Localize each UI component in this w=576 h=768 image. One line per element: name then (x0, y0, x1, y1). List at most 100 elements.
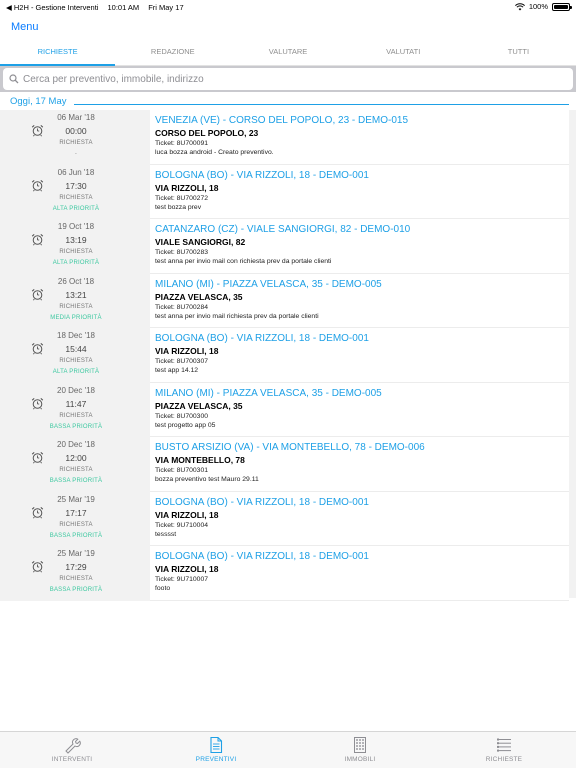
battery-icon (552, 2, 572, 11)
row-content[interactable]: CATANZARO (CZ) - VIALE SANGIORGI, 82 - D… (150, 219, 569, 274)
alarm-clock-icon (31, 233, 44, 246)
row-ticket: Ticket: 8U700284 (155, 303, 209, 311)
navigation-bar: Menu (0, 14, 576, 42)
row-time: 00:00 (65, 126, 87, 136)
row-meta-panel: 26 Oct '18 13:21 RICHIESTA MEDIA PRIORITÀ (0, 273, 150, 328)
row-date: 25 Mar '19 (57, 549, 95, 558)
row-address: PIAZZA VELASCA, 35 (155, 400, 243, 411)
row-kind: RICHIESTA (59, 576, 93, 582)
row-date: 20 Dec '18 (57, 440, 95, 449)
priority-badge: - (74, 151, 78, 157)
row-meta: 25 Mar '19 17:17 RICHIESTA BASSA PRIORITÀ (46, 494, 106, 541)
status-date: Fri May 17 (148, 2, 184, 12)
row-meta-panel: 06 Mar '18 00:00 RICHIESTA - (0, 110, 150, 165)
alarm-clock-icon (31, 342, 44, 355)
alarm-clock-icon (31, 179, 44, 192)
row-title: MILANO (MI) - PIAZZA VELASCA, 35 - DEMO-… (155, 387, 382, 399)
row-content[interactable]: MILANO (MI) - PIAZZA VELASCA, 35 - DEMO-… (150, 382, 569, 437)
priority-badge: BASSA PRIORITÀ (49, 532, 103, 539)
list-item[interactable]: 20 Dec '18 11:47 RICHIESTA BASSA PRIORITÀ MI… (0, 382, 576, 437)
row-meta: 20 Dec '18 12:00 RICHIESTA BASSA PRIORITÀ (46, 439, 106, 486)
row-content[interactable]: BOLOGNA (BO) - VIA RIZZOLI, 18 - DEMO-00… (150, 491, 569, 546)
menu-button[interactable]: Menu (11, 21, 39, 33)
priority-badge: ALTA PRIORITÀ (52, 369, 100, 375)
row-meta: 26 Oct '18 13:21 RICHIESTA MEDIA PRIORITÀ (46, 276, 106, 323)
row-note: test bozza prev (155, 203, 202, 211)
row-content[interactable]: BUSTO ARSIZIO (VA) - VIA MONTEBELLO, 78 … (150, 437, 569, 492)
battery-percent: 100% (528, 2, 548, 11)
list-item[interactable]: 25 Mar '19 17:17 RICHIESTA BASSA PRIORITÀ BO… (0, 491, 576, 546)
alarm-clock-icon (31, 397, 44, 410)
row-note: test anna per invio mail richiesta prev … (155, 312, 319, 320)
segmented-tabs: RICHIESTE REDAZIONE VALUTARE VALUTATI TUTTI (0, 42, 576, 66)
row-ticket: Ticket: 9U710004 (155, 521, 209, 529)
row-content[interactable]: MILANO (MI) - PIAZZA VELASCA, 35 - DEMO-… (150, 273, 569, 328)
row-note: bozza preventivo test Mauro 29.11 (155, 476, 259, 483)
tabbar-item-immobili[interactable]: IMMOBILI (288, 732, 432, 768)
row-title: BOLOGNA (BO) - VIA RIZZOLI, 18 - DEMO-00… (155, 551, 369, 562)
row-meta: 25 Mar '19 17:29 RICHIESTA BASSA PRIORITÀ (46, 548, 106, 595)
row-meta-panel: 06 Jun '18 17:30 RICHIESTA ALTA PRIORITÀ (0, 164, 150, 219)
row-address: VIA MONTEBELLO, 78 (155, 455, 245, 465)
row-date: 19 Oct '18 (57, 222, 95, 231)
row-ticket: Ticket: 8U700283 (155, 249, 209, 256)
list-item[interactable]: 19 Oct '18 13:19 RICHIESTA ALTA PRIORITÀ CAT… (0, 219, 576, 274)
row-content[interactable]: VENEZIA (VE) - CORSO DEL POPOLO, 23 - DE… (150, 110, 569, 165)
search-box[interactable] (3, 68, 573, 90)
tabbar-item-preventivi[interactable]: PREVENTIVI (144, 732, 288, 768)
bottom-tab-bar: INTERVENTI PREVENTIVI IMMOBILI RICHIESTE (0, 731, 576, 768)
row-content[interactable]: BOLOGNA (BO) - VIA RIZZOLI, 18 - DEMO-00… (150, 164, 569, 219)
row-title: VENEZIA (VE) - CORSO DEL POPOLO, 23 - DE… (155, 115, 409, 126)
row-note: test progetto app 05 (155, 421, 216, 429)
alarm-clock-icon (31, 451, 44, 464)
status-time: 10:01 AM (107, 2, 140, 12)
row-meta-panel: 20 Dec '18 12:00 RICHIESTA BASSA PRIORITÀ (0, 437, 150, 492)
row-time: 15:44 (65, 344, 87, 354)
list-item[interactable]: 26 Oct '18 13:21 RICHIESTA MEDIA PRIORITÀ MI… (0, 273, 576, 328)
priority-badge: BASSA PRIORITÀ (49, 587, 103, 593)
row-address: VIA RIZZOLI, 18 (155, 509, 219, 520)
tab-richieste[interactable]: RICHIESTE (0, 42, 116, 66)
row-content[interactable]: BOLOGNA (BO) - VIA RIZZOLI, 18 - DEMO-00… (150, 546, 569, 601)
alarm-clock-icon (31, 560, 44, 573)
row-title: MILANO (MI) - PIAZZA VELASCA, 35 - DEMO-… (155, 278, 382, 290)
list-item[interactable]: 25 Mar '19 17:29 RICHIESTA BASSA PRIORITÀ BO… (0, 546, 576, 601)
row-time: 17:29 (65, 562, 87, 572)
row-time: 12:00 (65, 453, 87, 463)
row-kind: RICHIESTA (59, 194, 93, 201)
row-note: footo (155, 585, 171, 592)
row-note: test anna per invio mail con richiesta p… (155, 258, 332, 265)
tab-redazione[interactable]: REDAZIONE (115, 42, 230, 65)
search-input[interactable] (23, 73, 563, 85)
tabbar-item-interventi[interactable]: INTERVENTI (0, 732, 144, 768)
row-title: BOLOGNA (BO) - VIA RIZZOLI, 18 - DEMO-00… (155, 496, 369, 508)
row-kind: RICHIESTA (59, 412, 93, 419)
tabbar-label: INTERVENTI (51, 756, 93, 763)
row-ticket: Ticket: 9U710007 (155, 576, 209, 583)
list-item[interactable]: 06 Jun '18 17:30 RICHIESTA ALTA PRIORITÀ BOL… (0, 164, 576, 219)
row-ticket: Ticket: 8U700272 (155, 194, 209, 202)
status-carrier[interactable]: ◀ H2H - Gestione Interventi (6, 3, 98, 12)
priority-badge: ALTA PRIORITÀ (52, 260, 100, 266)
row-address: VIALE SANGIORGI, 82 (155, 237, 246, 247)
list-item[interactable]: 06 Mar '18 00:00 RICHIESTA - VENEZIA (VE) - … (0, 110, 576, 165)
section-header: Oggi, 17 May (0, 92, 576, 110)
list-item[interactable]: 20 Dec '18 12:00 RICHIESTA BASSA PRIORITÀ BU… (0, 437, 576, 492)
tab-valutati[interactable]: VALUTATI (346, 42, 461, 65)
row-meta: 06 Mar '18 00:00 RICHIESTA - (46, 112, 106, 159)
list-item[interactable]: 18 Dec '18 15:44 RICHIESTA ALTA PRIORITÀ BOL… (0, 328, 576, 383)
priority-badge: MEDIA PRIORITÀ (50, 314, 102, 321)
search-icon (9, 74, 19, 84)
row-time: 13:19 (65, 235, 87, 245)
tab-valutare[interactable]: VALUTARE (230, 42, 345, 65)
row-content[interactable]: BOLOGNA (BO) - VIA RIZZOLI, 18 - DEMO-00… (150, 328, 569, 383)
row-date: 06 Mar '18 (57, 113, 95, 122)
tabbar-item-richieste[interactable]: RICHIESTE (432, 732, 576, 768)
status-bar: ◀ H2H - Gestione Interventi 10:01 AM Fri… (0, 0, 576, 14)
alarm-clock-icon (31, 288, 44, 301)
row-address: CORSO DEL POPOLO, 23 (155, 128, 259, 138)
tabbar-label: RICHIESTE (485, 756, 523, 763)
row-ticket: Ticket: 8U700300 (155, 412, 209, 420)
tab-tutti[interactable]: TUTTI (461, 42, 576, 65)
tabbar-label: IMMOBILI (344, 756, 376, 763)
